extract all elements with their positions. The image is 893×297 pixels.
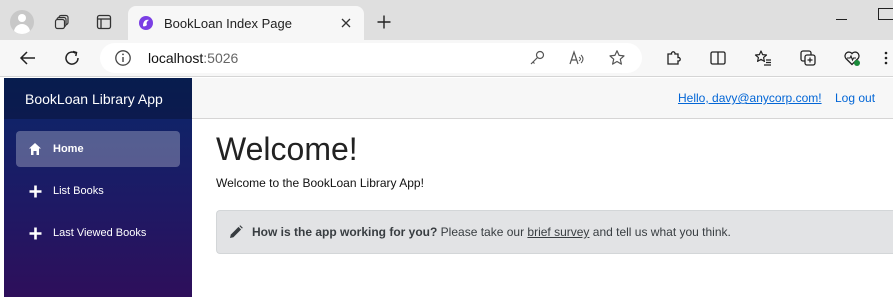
collections-button[interactable]	[794, 44, 822, 72]
extensions-button[interactable]	[660, 44, 688, 72]
back-button[interactable]	[14, 44, 42, 72]
more-dots-icon	[884, 51, 887, 65]
user-account-link[interactable]: Hello, davy@anycorp.com!	[678, 91, 822, 105]
settings-more-button[interactable]	[878, 44, 893, 72]
sidebar-item-list-books[interactable]: List Books	[16, 173, 180, 209]
browser-essentials-heart-icon	[844, 51, 860, 66]
extensions-puzzle-icon	[667, 51, 681, 65]
pencil-icon	[230, 225, 243, 238]
sidebar-item-label: Last Viewed Books	[53, 227, 147, 239]
url-text: localhost:5026	[148, 50, 238, 66]
workspaces-button[interactable]	[48, 8, 76, 36]
plus-icon	[27, 183, 43, 199]
split-screen-button[interactable]	[704, 44, 732, 72]
main-content: Welcome! Welcome to the BookLoan Library…	[216, 119, 893, 297]
favorites-list-icon	[754, 50, 771, 66]
close-tab-icon[interactable]	[338, 15, 354, 31]
favorites-button[interactable]	[749, 44, 777, 72]
survey-text: How is the app working for you? Please t…	[252, 225, 731, 239]
url-port: :5026	[203, 50, 239, 66]
maximize-window-button[interactable]	[878, 8, 893, 20]
read-aloud-icon[interactable]	[568, 49, 586, 67]
survey-post-text: and tell us what you think.	[589, 225, 731, 239]
sidebar-item-last-viewed-books[interactable]: Last Viewed Books	[16, 215, 180, 251]
survey-question: How is the app working for you?	[252, 225, 438, 239]
address-bar[interactable]: localhost:5026	[100, 43, 642, 73]
browser-tab-active[interactable]: BookLoan Index Page	[128, 6, 364, 40]
url-host: localhost	[148, 50, 204, 66]
app-top-bar: Hello, davy@anycorp.com! Log out	[192, 78, 893, 119]
tab-actions-icon	[96, 14, 112, 30]
tab-actions-button[interactable]	[90, 8, 118, 36]
blazor-favicon-icon	[139, 16, 153, 30]
collections-icon	[800, 50, 816, 66]
password-key-icon[interactable]	[528, 49, 546, 67]
split-screen-icon	[710, 51, 726, 65]
site-info-icon[interactable]	[114, 49, 132, 67]
survey-pre-text: Please take our	[437, 225, 528, 239]
browser-toolbar: localhost:5026	[0, 40, 893, 77]
sidebar-item-label: List Books	[53, 185, 104, 197]
page-title: Welcome!	[216, 131, 358, 167]
browser-essentials-button[interactable]	[838, 44, 866, 72]
brand-bar: BookLoan Library App	[4, 78, 192, 119]
workspaces-icon	[54, 14, 69, 30]
sidebar-item-home[interactable]: Home	[16, 131, 180, 167]
app-brand[interactable]: BookLoan Library App	[25, 91, 163, 107]
browser-tab-strip: BookLoan Index Page	[0, 0, 893, 40]
brief-survey-link[interactable]: brief survey	[527, 225, 589, 239]
profile-button[interactable]	[8, 8, 36, 36]
home-icon	[27, 141, 43, 157]
favorite-star-icon[interactable]	[608, 49, 626, 67]
welcome-text: Welcome to the BookLoan Library App!	[216, 176, 424, 190]
minimize-window-button[interactable]	[836, 14, 848, 26]
app-sidebar: BookLoan Library App Home List Books Las…	[4, 78, 192, 297]
sidebar-item-label: Home	[53, 143, 84, 155]
back-arrow-icon	[19, 51, 35, 65]
logout-link[interactable]: Log out	[835, 91, 875, 105]
profile-avatar-icon	[10, 10, 34, 34]
plus-icon	[377, 15, 391, 29]
refresh-button[interactable]	[58, 44, 86, 72]
refresh-icon	[65, 50, 79, 65]
plus-icon	[27, 225, 43, 241]
survey-prompt: How is the app working for you? Please t…	[216, 210, 893, 254]
new-tab-button[interactable]	[370, 8, 398, 36]
tab-title: BookLoan Index Page	[164, 15, 292, 31]
